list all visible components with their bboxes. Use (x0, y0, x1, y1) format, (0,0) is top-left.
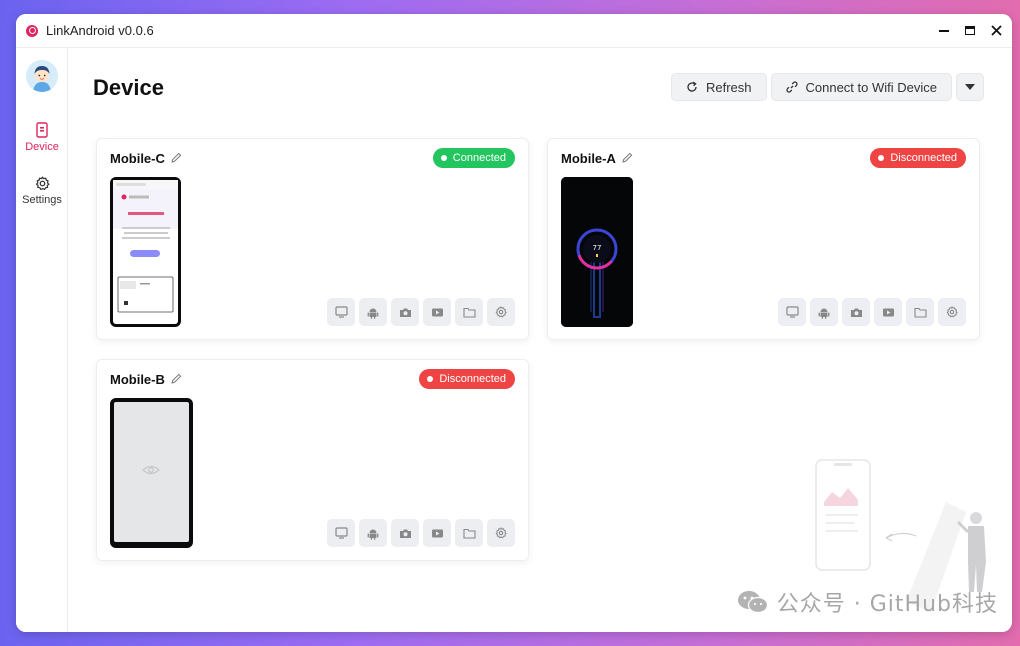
maximize-button[interactable] (964, 25, 976, 37)
pencil-icon (171, 152, 182, 163)
files-button[interactable] (455, 298, 483, 326)
screen-preview-image (113, 180, 178, 324)
device-card-mobile-b[interactable]: Mobile-B Disconnected (96, 359, 529, 561)
settings-icon (946, 306, 958, 318)
device-settings-button[interactable] (487, 519, 515, 547)
page-title: Device (93, 75, 164, 100)
settings-icon (495, 306, 507, 318)
sidebar-item-label: Device (25, 141, 59, 153)
folder-icon (913, 307, 927, 318)
app-window: LinkAndroid v0.0.6 Device Settings Devic… (16, 14, 1012, 632)
main-content: Device Refresh Connect to Wifi Device Mo… (68, 48, 1012, 632)
android-icon (818, 308, 830, 319)
charging-screen-image: 77 (561, 177, 633, 327)
window-title: LinkAndroid v0.0.6 (46, 23, 154, 38)
wechat-icon (737, 591, 768, 614)
connect-wifi-label: Connect to Wifi Device (805, 79, 938, 95)
edit-name-button[interactable] (171, 372, 182, 387)
refresh-label: Refresh (705, 79, 752, 95)
device-screen-preview[interactable] (110, 398, 193, 548)
screen-mirror-button[interactable] (327, 298, 355, 326)
record-video-button[interactable] (423, 298, 451, 326)
status-badge: Disconnected (419, 369, 515, 389)
sidebar-item-label: Settings (22, 194, 62, 206)
device-actions (327, 298, 515, 326)
screen-mirror-button[interactable] (327, 519, 355, 547)
screen-mirror-button[interactable] (778, 298, 806, 326)
watermark: 公众号 · GitHub科技 (737, 586, 998, 618)
android-icon (367, 308, 379, 319)
status-badge: Disconnected (870, 148, 966, 168)
minimize-button[interactable] (938, 25, 950, 37)
android-icon (367, 529, 379, 540)
device-name: Mobile-B (110, 372, 182, 387)
camera-button[interactable] (842, 298, 870, 326)
window-controls (938, 25, 1002, 37)
minimize-icon (939, 29, 949, 32)
camera-button[interactable] (391, 519, 419, 547)
status-badge: Connected (432, 148, 515, 168)
refresh-button[interactable]: Refresh (670, 73, 767, 101)
sidebar-item-device[interactable]: Device (16, 122, 68, 153)
android-button[interactable] (359, 298, 387, 326)
link-icon (785, 81, 798, 93)
device-icon (36, 122, 48, 138)
device-actions (778, 298, 966, 326)
edit-name-button[interactable] (622, 151, 633, 166)
sidebar: Device Settings (16, 48, 68, 632)
pencil-icon (171, 373, 182, 384)
screen-mirror-icon (785, 306, 799, 318)
avatar-image (26, 60, 58, 92)
device-screen-preview[interactable]: 77 (561, 177, 633, 327)
files-button[interactable] (455, 519, 483, 547)
edit-name-button[interactable] (171, 151, 182, 166)
files-button[interactable] (906, 298, 934, 326)
android-button[interactable] (810, 298, 838, 326)
connect-wifi-button[interactable]: Connect to Wifi Device (770, 73, 952, 101)
avatar[interactable] (26, 60, 58, 92)
app-logo-icon (26, 24, 38, 37)
more-options-dropdown[interactable] (956, 73, 984, 101)
android-button[interactable] (359, 519, 387, 547)
sidebar-item-settings[interactable]: Settings (16, 176, 68, 206)
gear-icon (35, 176, 49, 191)
device-card-mobile-a[interactable]: Mobile-A Disconnected 77 (547, 138, 980, 340)
record-video-icon (431, 308, 443, 316)
screen-mirror-icon (334, 527, 348, 539)
screen-placeholder (114, 402, 189, 542)
title-bar: LinkAndroid v0.0.6 (16, 14, 1012, 48)
refresh-icon (687, 81, 697, 92)
settings-icon (495, 527, 507, 539)
folder-icon (462, 528, 476, 539)
camera-icon (399, 308, 411, 317)
toolbar: Refresh Connect to Wifi Device (670, 73, 984, 101)
device-card-mobile-c[interactable]: Mobile-C Connected (96, 138, 529, 340)
device-name-label: Mobile-B (110, 372, 165, 387)
device-name: Mobile-A (561, 151, 633, 166)
record-video-icon (882, 308, 894, 316)
record-video-button[interactable] (874, 298, 902, 326)
maximize-icon (965, 26, 975, 35)
folder-icon (462, 307, 476, 318)
watermark-text: 公众号 · GitHub科技 (776, 592, 998, 617)
camera-button[interactable] (391, 298, 419, 326)
device-settings-button[interactable] (487, 298, 515, 326)
close-button[interactable] (990, 25, 1002, 37)
record-video-icon (431, 529, 443, 537)
device-name-label: Mobile-A (561, 151, 616, 166)
record-video-button[interactable] (423, 519, 451, 547)
close-icon (990, 25, 1002, 36)
camera-icon (850, 308, 862, 317)
pencil-icon (622, 152, 633, 163)
camera-icon (399, 529, 411, 538)
device-actions (327, 519, 515, 547)
device-screen-preview[interactable] (110, 177, 181, 327)
battery-level-text: 77 (593, 244, 602, 252)
chevron-down-icon (965, 84, 975, 90)
screen-mirror-icon (334, 306, 348, 318)
device-settings-button[interactable] (938, 298, 966, 326)
device-name: Mobile-C (110, 151, 182, 166)
device-name-label: Mobile-C (110, 151, 165, 166)
